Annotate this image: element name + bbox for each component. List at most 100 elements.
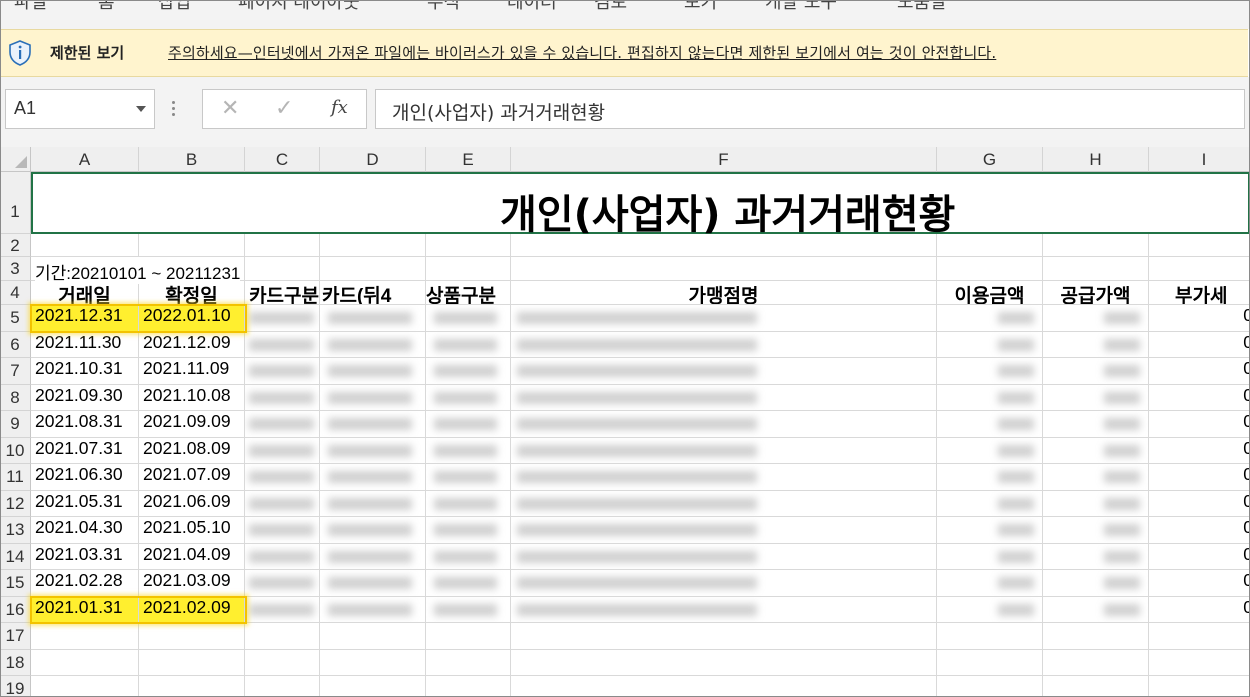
redacted-merchant-name[interactable] bbox=[511, 384, 937, 411]
row-header-8[interactable]: 8 bbox=[0, 384, 31, 411]
redacted-merchant-name[interactable] bbox=[511, 570, 937, 597]
confirm-date-cell[interactable]: 2021.11.09 bbox=[139, 358, 245, 385]
redacted-card-type[interactable] bbox=[245, 596, 320, 623]
cell[interactable] bbox=[31, 623, 139, 650]
column-header-d[interactable]: D bbox=[320, 147, 426, 172]
vat-cell[interactable]: 0 bbox=[1149, 332, 1250, 358]
cell[interactable] bbox=[1149, 650, 1250, 676]
ribbon-tab[interactable]: 검토 bbox=[594, 0, 627, 14]
redacted-supply-value[interactable] bbox=[1043, 331, 1149, 358]
cell[interactable] bbox=[245, 649, 320, 676]
redacted-product-type[interactable] bbox=[426, 437, 511, 464]
row-header-16[interactable]: 16 bbox=[0, 596, 31, 623]
header-cell-d[interactable]: 카드(뒤4 bbox=[320, 281, 426, 305]
redacted-merchant-name[interactable] bbox=[511, 305, 937, 332]
redacted-card-number[interactable] bbox=[320, 596, 426, 623]
column-header-a[interactable]: A bbox=[31, 147, 139, 172]
cell[interactable] bbox=[1043, 676, 1149, 697]
header-cell-i[interactable]: 부가세 bbox=[1149, 281, 1250, 305]
redacted-merchant-name[interactable] bbox=[511, 490, 937, 517]
redacted-card-type[interactable] bbox=[245, 305, 320, 332]
cell[interactable] bbox=[937, 623, 1043, 650]
cell[interactable] bbox=[511, 676, 937, 697]
row-header-19[interactable]: 19 bbox=[0, 676, 31, 697]
row-header-18[interactable]: 18 bbox=[0, 649, 31, 676]
column-header-c[interactable]: C bbox=[245, 147, 320, 172]
redacted-product-type[interactable] bbox=[426, 490, 511, 517]
redacted-product-type[interactable] bbox=[426, 331, 511, 358]
confirm-date-cell[interactable]: 2021.09.09 bbox=[139, 411, 245, 438]
drag-handle-icon[interactable] bbox=[172, 97, 176, 121]
redacted-supply-value[interactable] bbox=[1043, 437, 1149, 464]
vat-cell[interactable]: 0 bbox=[1149, 411, 1250, 438]
ribbon-tab[interactable]: 파일 bbox=[14, 0, 47, 14]
redacted-merchant-name[interactable] bbox=[511, 358, 937, 385]
ribbon-tab[interactable]: 수식 bbox=[427, 0, 460, 14]
row-header-7[interactable]: 7 bbox=[0, 358, 31, 385]
cell[interactable] bbox=[1149, 257, 1250, 281]
cell[interactable] bbox=[1043, 257, 1149, 281]
cell[interactable] bbox=[511, 623, 937, 650]
transaction-date-cell[interactable]: 2021.11.30 bbox=[31, 331, 139, 358]
confirm-date-cell[interactable]: 2021.08.09 bbox=[139, 437, 245, 464]
cell[interactable] bbox=[1043, 623, 1149, 650]
redacted-amount[interactable] bbox=[937, 543, 1043, 570]
cell[interactable] bbox=[511, 257, 937, 281]
row-header-12[interactable]: 12 bbox=[0, 490, 31, 517]
confirm-date-cell[interactable]: 2021.10.08 bbox=[139, 384, 245, 411]
protected-view-message[interactable]: 주의하세요—인터넷에서 가져온 파일에는 바이러스가 있을 수 있습니다. 편집… bbox=[168, 42, 996, 63]
redacted-product-type[interactable] bbox=[426, 411, 511, 438]
cell[interactable] bbox=[245, 623, 320, 650]
header-cell-f[interactable]: 가맹점명 bbox=[511, 281, 937, 305]
redacted-card-number[interactable] bbox=[320, 411, 426, 438]
cell[interactable] bbox=[1043, 649, 1149, 676]
redacted-amount[interactable] bbox=[937, 305, 1043, 332]
confirm-date-cell[interactable]: 2021.03.09 bbox=[139, 570, 245, 597]
cell[interactable] bbox=[426, 234, 511, 257]
confirm-date-cell[interactable]: 2021.05.10 bbox=[139, 517, 245, 544]
redacted-merchant-name[interactable] bbox=[511, 464, 937, 491]
enter-icon[interactable]: ✓ bbox=[275, 96, 293, 121]
redacted-merchant-name[interactable] bbox=[511, 517, 937, 544]
redacted-card-number[interactable] bbox=[320, 358, 426, 385]
row-header-10[interactable]: 10 bbox=[0, 437, 31, 464]
transaction-date-cell[interactable]: 2021.09.30 bbox=[31, 384, 139, 411]
redacted-card-number[interactable] bbox=[320, 331, 426, 358]
cell[interactable] bbox=[139, 676, 245, 697]
cell[interactable] bbox=[245, 676, 320, 697]
row-header-5[interactable]: 5 bbox=[0, 305, 31, 332]
cell[interactable] bbox=[937, 257, 1043, 281]
redacted-amount[interactable] bbox=[937, 331, 1043, 358]
header-cell-g[interactable]: 이용금액 bbox=[937, 281, 1043, 305]
redacted-product-type[interactable] bbox=[426, 384, 511, 411]
ribbon-tab[interactable]: 보기 bbox=[684, 0, 717, 14]
cell[interactable] bbox=[320, 623, 426, 650]
cell[interactable] bbox=[245, 257, 320, 281]
name-box[interactable]: A1 bbox=[5, 89, 155, 129]
ribbon-tab[interactable]: 개발 도구 bbox=[765, 0, 837, 14]
redacted-product-type[interactable] bbox=[426, 464, 511, 491]
transaction-date-cell[interactable]: 2021.06.30 bbox=[31, 464, 139, 491]
redacted-product-type[interactable] bbox=[426, 596, 511, 623]
header-cell-h[interactable]: 공급가액 bbox=[1043, 281, 1149, 305]
header-cell-c[interactable]: 카드구분 bbox=[245, 281, 320, 305]
confirm-date-cell[interactable]: 2021.12.09 bbox=[139, 331, 245, 358]
redacted-supply-value[interactable] bbox=[1043, 543, 1149, 570]
redacted-card-type[interactable] bbox=[245, 517, 320, 544]
row-header-4[interactable]: 4 bbox=[0, 281, 31, 305]
redacted-card-type[interactable] bbox=[245, 570, 320, 597]
ribbon-tab[interactable]: 홈 bbox=[98, 0, 115, 14]
redacted-merchant-name[interactable] bbox=[511, 411, 937, 438]
cell[interactable] bbox=[139, 234, 245, 257]
cell[interactable] bbox=[1149, 234, 1250, 257]
redacted-card-number[interactable] bbox=[320, 543, 426, 570]
cell[interactable] bbox=[320, 649, 426, 676]
redacted-card-type[interactable] bbox=[245, 331, 320, 358]
redacted-supply-value[interactable] bbox=[1043, 358, 1149, 385]
formula-input[interactable]: 개인(사업자) 과거거래현황 bbox=[375, 89, 1245, 129]
transaction-date-cell[interactable]: 2021.10.31 bbox=[31, 358, 139, 385]
redacted-card-type[interactable] bbox=[245, 490, 320, 517]
header-cell-b[interactable]: 확정일 bbox=[139, 281, 245, 305]
redacted-card-number[interactable] bbox=[320, 384, 426, 411]
vat-cell[interactable]: 0 bbox=[1149, 517, 1250, 544]
